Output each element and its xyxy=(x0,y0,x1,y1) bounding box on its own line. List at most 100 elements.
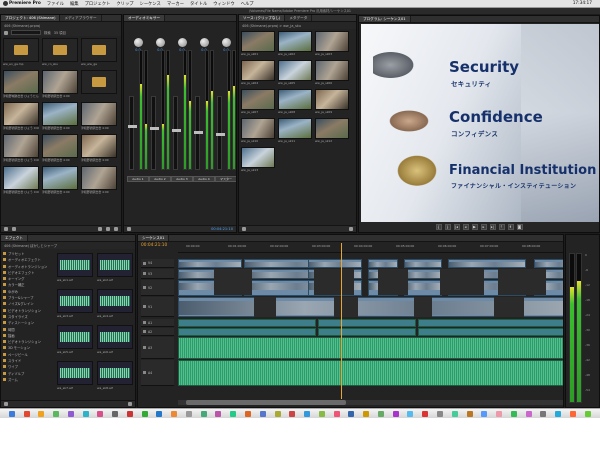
volume-fader[interactable] xyxy=(172,96,181,170)
eye-icon[interactable] xyxy=(143,321,146,324)
project-item[interactable]: 津和野宿駅出雲 4:00 xyxy=(81,134,117,163)
dock-app-icon[interactable] xyxy=(171,410,178,417)
fader-handle[interactable] xyxy=(172,129,181,132)
project-item[interactable]: 津和野宿駅出雲 4:00 xyxy=(42,102,78,131)
audio-clip-item[interactable]: wa_sk5.aif xyxy=(57,325,93,355)
dock-app-icon[interactable] xyxy=(230,410,237,417)
menu-project[interactable]: プロジェクト xyxy=(85,1,111,7)
menu-clip[interactable]: クリップ xyxy=(116,1,133,7)
new-bin-icon[interactable] xyxy=(98,227,102,231)
project-item[interactable]: 津和野宿駅出雲 ひょう 0:00 xyxy=(3,166,39,195)
dock-app-icon[interactable] xyxy=(407,410,414,417)
dock-app-icon[interactable] xyxy=(304,410,311,417)
track-header[interactable]: A1 xyxy=(141,319,174,327)
search-input[interactable] xyxy=(11,30,41,35)
audio-clip-item[interactable]: wa_sk8.aif xyxy=(97,361,133,391)
step-back-button[interactable]: ◂ xyxy=(462,224,469,230)
audio-clip-item[interactable]: wa_sk7.aif xyxy=(57,361,93,391)
dock-app-icon[interactable] xyxy=(274,410,281,417)
dock-app-icon[interactable] xyxy=(451,410,458,417)
track-header[interactable]: A4 xyxy=(141,360,174,386)
audio-clip[interactable] xyxy=(178,319,316,327)
dock-app-icon[interactable] xyxy=(525,410,532,417)
dock-app-icon[interactable] xyxy=(377,410,384,417)
eye-icon[interactable] xyxy=(143,272,146,275)
dock-app-icon[interactable] xyxy=(496,410,503,417)
dock-app-icon[interactable] xyxy=(97,410,104,417)
mixer-play-icon[interactable] xyxy=(127,227,131,231)
video-clip[interactable] xyxy=(308,259,362,268)
fader-handle[interactable] xyxy=(150,127,159,130)
extract-button[interactable]: ⇞ xyxy=(507,224,514,230)
source-clip[interactable]: ww_ja_sk06 xyxy=(315,60,349,86)
dock-app-icon[interactable] xyxy=(185,410,192,417)
dock-app-icon[interactable] xyxy=(67,410,74,417)
source-clip[interactable]: ww_ja_sk07 xyxy=(241,89,275,115)
mark-in-button[interactable]: { xyxy=(435,224,442,230)
track-header[interactable]: V3 xyxy=(141,269,174,279)
dock-app-icon[interactable] xyxy=(245,410,252,417)
go-to-out-button[interactable]: ▸| xyxy=(489,224,496,230)
project-item[interactable]: 津和野宿駅出雲 4:00 xyxy=(42,70,78,99)
eye-icon[interactable] xyxy=(143,261,146,265)
trash-icon[interactable] xyxy=(114,227,118,231)
tab-program[interactable]: プログラム: シーケンス01 xyxy=(359,16,411,22)
menu-marker[interactable]: マーカー xyxy=(167,1,184,7)
dock-app-icon[interactable] xyxy=(481,410,488,417)
video-clip[interactable] xyxy=(404,280,442,296)
eye-icon[interactable] xyxy=(143,305,146,308)
project-item[interactable]: ww_ww_ga xyxy=(81,38,117,67)
source-clip[interactable]: ww_ja_sk12 xyxy=(315,118,349,144)
dock-app-icon[interactable] xyxy=(112,410,119,417)
source-clip[interactable]: ww_ja_sk03 xyxy=(315,31,349,57)
tab-project[interactable]: プロジェクト: 406 (Shimane) xyxy=(1,15,61,21)
audio-clip-item[interactable]: wa_sk3.aif xyxy=(57,289,93,319)
step-forward-button[interactable]: ▸ xyxy=(480,224,487,230)
lift-button[interactable]: ⇡ xyxy=(498,224,505,230)
dock-app-icon[interactable] xyxy=(348,410,355,417)
effects-tree-item[interactable]: ズーム xyxy=(3,377,53,383)
audio-clip[interactable] xyxy=(418,319,563,327)
project-item[interactable]: 津和野宿駅出雲 4:00 xyxy=(42,166,78,195)
dock-app-icon[interactable] xyxy=(53,410,60,417)
eye-icon[interactable] xyxy=(143,346,146,349)
fx-list-icon[interactable] xyxy=(4,402,8,406)
app-menu[interactable]: Premiere Pro xyxy=(9,1,41,6)
volume-fader[interactable] xyxy=(150,96,159,170)
dock-app-icon[interactable] xyxy=(422,410,429,417)
source-clip[interactable]: ww_ja_sk09 xyxy=(315,89,349,115)
tab-audio-mixer[interactable]: オーディオミキサー xyxy=(124,15,166,21)
video-clip[interactable] xyxy=(178,259,242,268)
menu-help[interactable]: ヘルプ xyxy=(241,1,254,7)
menu-title[interactable]: タイトル xyxy=(190,1,207,7)
tab-source[interactable]: ソース: (クリップなし) xyxy=(239,15,286,21)
dock-app-icon[interactable] xyxy=(555,410,562,417)
pan-knob[interactable] xyxy=(133,38,143,47)
icon-view-icon[interactable] xyxy=(12,227,16,231)
time-ruler[interactable]: 00:00:00 00:01:00:00 00:02:00:00 00:03:00:0… xyxy=(178,243,563,253)
audio-clip-item[interactable]: wa_sk1.aif xyxy=(57,253,93,283)
mark-out-button[interactable]: } xyxy=(444,224,451,230)
effects-tree-item[interactable]: オーディオトランジション xyxy=(3,264,53,270)
audio-clip[interactable] xyxy=(178,360,563,386)
track-header[interactable]: V1 xyxy=(141,297,174,317)
dock-app-icon[interactable] xyxy=(156,410,163,417)
dock-app-icon[interactable] xyxy=(466,410,473,417)
project-item[interactable]: 津和野宿駅出雲 ひょう 0:00 xyxy=(3,102,39,131)
project-item[interactable]: 津和野宿駅出雲 4:00 xyxy=(42,134,78,163)
video-clip[interactable] xyxy=(368,259,398,268)
project-item[interactable]: 津和野城跡出雲 ひょうたん 0:00 xyxy=(3,70,39,99)
project-item[interactable]: 津和野宿駅出雲 ひょう 0:00 xyxy=(3,134,39,163)
audio-clip[interactable] xyxy=(318,319,416,327)
apple-icon[interactable] xyxy=(3,1,8,6)
timeline-scrollbar[interactable] xyxy=(178,400,563,405)
new-item-icon[interactable] xyxy=(106,227,110,231)
menu-sequence[interactable]: シーケンス xyxy=(140,1,161,7)
project-item[interactable]: ww_cn_sku xyxy=(42,38,78,67)
dock-app-icon[interactable] xyxy=(200,410,207,417)
source-clip[interactable]: ww_ja_sk13 xyxy=(241,147,275,173)
list-view-icon[interactable] xyxy=(4,227,8,231)
dock-app-icon[interactable] xyxy=(569,410,576,417)
dock-app-icon[interactable] xyxy=(392,410,399,417)
fader-handle[interactable] xyxy=(216,133,225,136)
